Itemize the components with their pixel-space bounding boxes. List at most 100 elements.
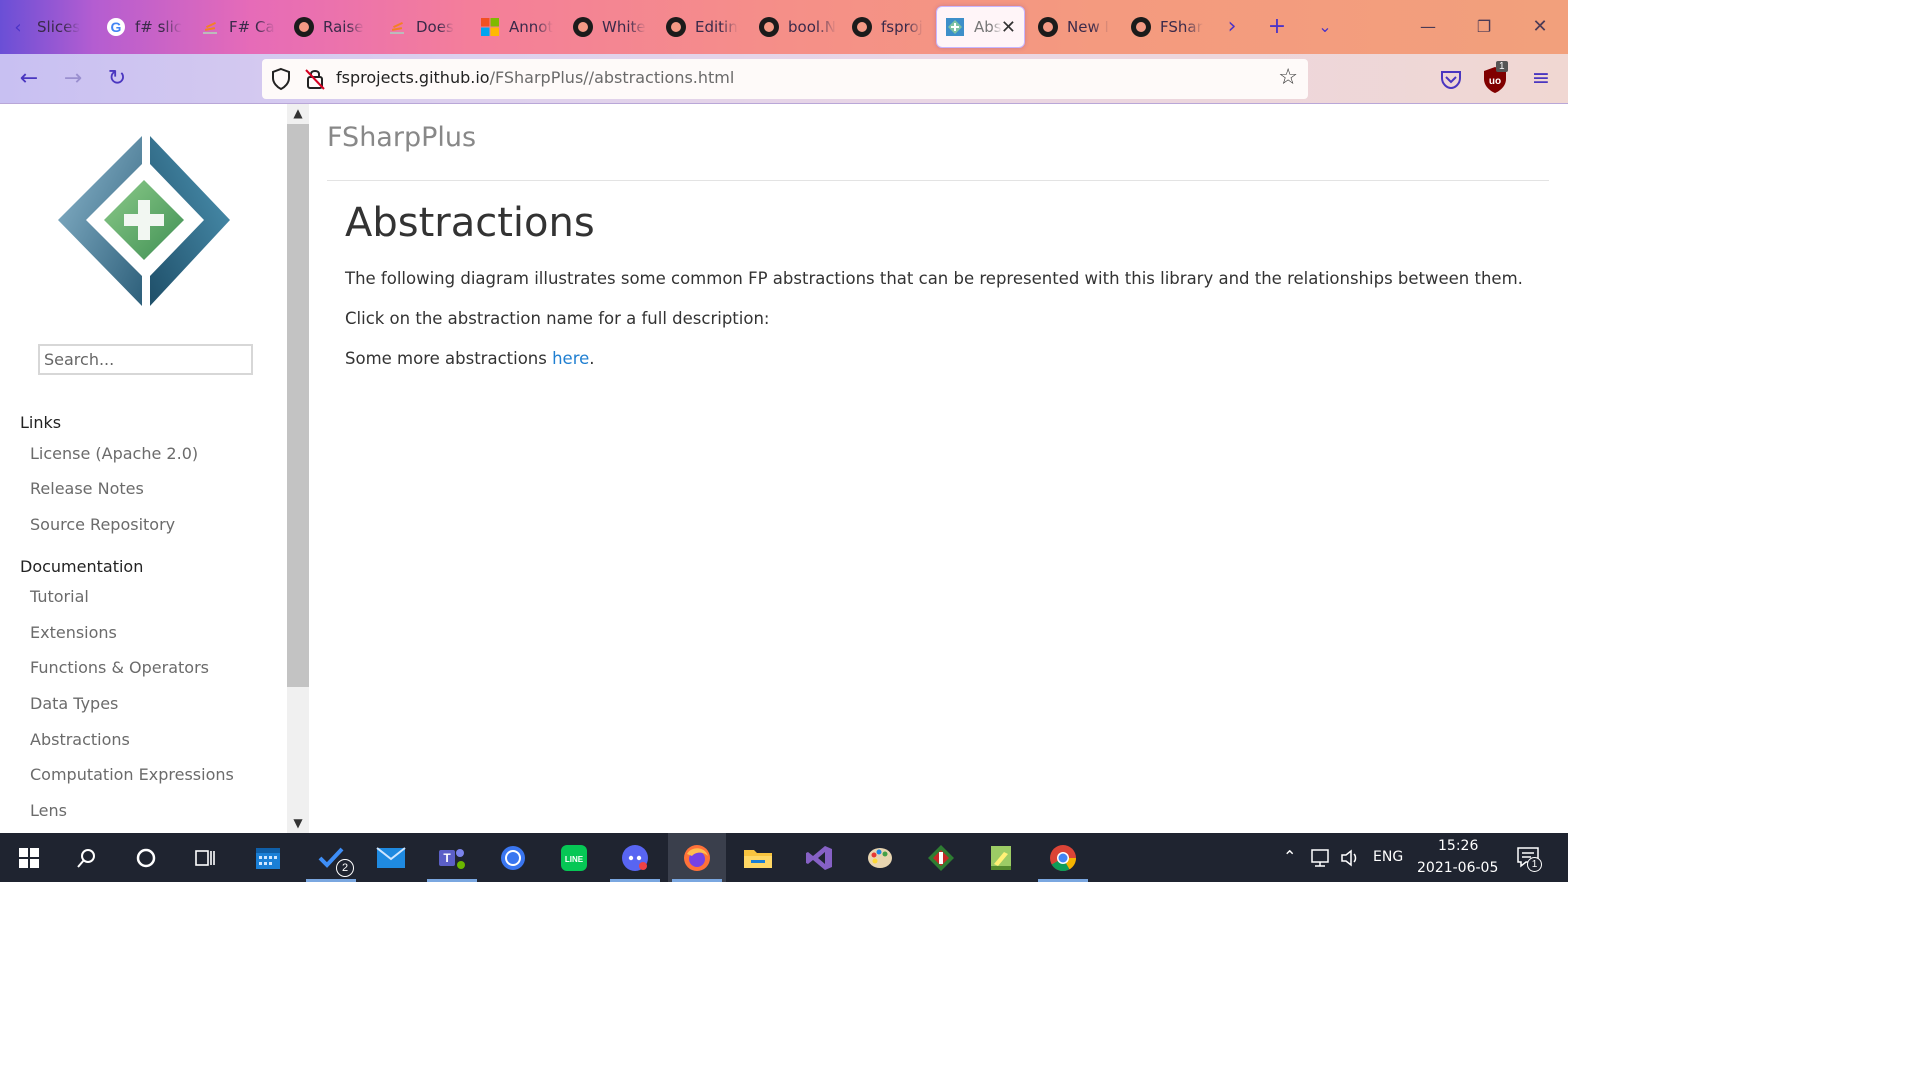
github-icon <box>1038 17 1058 37</box>
tab-github-white[interactable]: White <box>573 6 659 48</box>
documentation-heading: Documentation <box>20 557 144 576</box>
sidebar-link-extensions[interactable]: Extensions <box>30 623 117 642</box>
visual-studio-icon[interactable] <box>790 833 848 882</box>
scrollbar-thumb[interactable] <box>287 124 309 687</box>
svg-text:G: G <box>111 19 122 35</box>
sidebar-link-source-repository[interactable]: Source Repository <box>30 515 175 534</box>
tab-github-fsharp[interactable]: FSharp <box>1131 6 1203 48</box>
tab-label: Abs <box>974 18 1002 36</box>
tab-github-fsproj[interactable]: fsproj <box>852 6 932 48</box>
tab-label: f# slic <box>135 18 183 36</box>
tab-label: New I <box>1067 18 1109 36</box>
tab-strip: ‹ Slices G f# slic F# Ca Raise Does Anno… <box>0 0 1568 54</box>
cortana-icon[interactable] <box>117 833 175 882</box>
close-window-icon[interactable]: ✕ <box>1525 12 1555 42</box>
site-brand-link[interactable]: FSharpPlus <box>327 122 476 153</box>
svg-text:T: T <box>443 851 451 865</box>
github-icon <box>852 17 872 37</box>
reload-icon[interactable]: ↻ <box>102 64 132 94</box>
gitkraken-app-icon[interactable] <box>912 833 970 882</box>
sidebar-link-computation-expressions[interactable]: Computation Expressions <box>30 765 234 784</box>
tab-label: Raise <box>323 18 364 36</box>
address-bar[interactable]: fsprojects.github.io/FSharpPlus//abstrac… <box>262 59 1308 99</box>
line-app-icon[interactable]: LINE <box>545 833 603 882</box>
tab-label: Does <box>416 18 454 36</box>
url-text[interactable]: fsprojects.github.io/FSharpPlus//abstrac… <box>336 68 734 87</box>
notepad-app-icon[interactable] <box>973 833 1031 882</box>
network-icon[interactable] <box>1310 848 1332 868</box>
tab-google-search[interactable]: G f# slic <box>106 6 192 48</box>
scroll-up-icon[interactable]: ▲ <box>287 104 309 122</box>
teams-app-icon[interactable]: T <box>423 833 481 882</box>
tab-stackoverflow-1[interactable]: F# Ca <box>200 6 286 48</box>
tab-slices[interactable]: ‹ Slices <box>8 6 94 48</box>
sidebar-link-abstractions[interactable]: Abstractions <box>30 730 130 749</box>
main-content: FSharpPlus Abstractions The following di… <box>309 104 1568 833</box>
tab-abstractions-active[interactable]: Abs ✕ <box>936 6 1025 48</box>
restore-window-icon[interactable]: ❐ <box>1469 12 1499 42</box>
clock-time[interactable]: 15:26 <box>1438 838 1478 854</box>
scroll-down-icon[interactable]: ▼ <box>287 814 309 832</box>
ublock-origin-icon[interactable]: uo 1 <box>1482 61 1512 94</box>
todo-app-icon[interactable]: 2 <box>302 833 360 882</box>
back-icon[interactable]: ← <box>14 64 44 94</box>
firefox-app-icon[interactable] <box>668 833 726 882</box>
windows-start-icon[interactable] <box>0 833 58 882</box>
insecure-lock-icon[interactable] <box>304 67 326 91</box>
discord-app-icon[interactable] <box>606 833 664 882</box>
chrome-app-icon[interactable] <box>1034 833 1092 882</box>
show-hidden-icons-icon[interactable]: ⌃ <box>1283 847 1296 866</box>
file-explorer-icon[interactable] <box>729 833 787 882</box>
tab-microsoft-annot[interactable]: Annot <box>480 6 566 48</box>
input-language[interactable]: ENG <box>1373 849 1403 865</box>
sidebar-link-data-types[interactable]: Data Types <box>30 694 118 713</box>
ublock-badge: 1 <box>1496 61 1508 72</box>
more-abstractions-text: Some more abstractions <box>345 349 553 368</box>
stackoverflow-icon <box>387 17 407 37</box>
close-tab-icon[interactable]: ✕ <box>1001 17 1016 38</box>
sidebar-link-release-notes[interactable]: Release Notes <box>30 479 144 498</box>
clock-date[interactable]: 2021-06-05 <box>1417 860 1498 876</box>
sidebar-link-lens[interactable]: Lens <box>30 801 67 820</box>
scroll-tabs-right-icon[interactable]: › <box>1217 12 1247 42</box>
calendar-app-icon[interactable] <box>239 833 297 882</box>
mail-app-icon[interactable] <box>362 833 420 882</box>
tracking-protection-shield-icon[interactable] <box>270 67 292 91</box>
minimize-window-icon[interactable]: — <box>1413 12 1443 42</box>
tab-github-raise[interactable]: Raise <box>294 6 380 48</box>
sidebar-link-functions-operators[interactable]: Functions & Operators <box>30 658 209 677</box>
menu-hamburger-icon[interactable]: ≡ <box>1526 64 1556 94</box>
sidebar-link-license[interactable]: License (Apache 2.0) <box>30 444 198 463</box>
links-heading: Links <box>20 413 62 432</box>
web-page: Links License (Apache 2.0) Release Notes… <box>0 104 1568 833</box>
navigation-toolbar: ← → ↻ fsprojects.github.io/FSharpPlus//a… <box>0 54 1568 104</box>
tab-label: FSharp <box>1160 18 1203 36</box>
intro-paragraph: The following diagram illustrates some c… <box>345 269 1523 288</box>
google-icon: G <box>106 17 126 37</box>
here-link[interactable]: here <box>552 349 589 368</box>
tab-github-new-issue[interactable]: New I <box>1038 6 1124 48</box>
paint-app-icon[interactable] <box>851 833 909 882</box>
tab-github-editing[interactable]: Editin <box>666 6 752 48</box>
search-input[interactable] <box>38 344 253 375</box>
volume-icon[interactable] <box>1340 848 1362 868</box>
tab-stackoverflow-2[interactable]: Does <box>387 6 473 48</box>
sidebar-link-tutorial[interactable]: Tutorial <box>30 587 89 606</box>
action-center-icon[interactable]: 1 <box>1516 846 1542 872</box>
search-icon[interactable] <box>58 833 116 882</box>
task-view-icon[interactable] <box>176 833 234 882</box>
url-host: fsprojects.github.io <box>336 68 490 87</box>
svg-text:uo: uo <box>1489 76 1501 87</box>
signal-app-icon[interactable] <box>484 833 542 882</box>
pocket-icon[interactable] <box>1436 64 1466 94</box>
instruction-paragraph: Click on the abstraction name for a full… <box>345 309 770 328</box>
tab-github-bool[interactable]: bool.N <box>759 6 845 48</box>
new-tab-icon[interactable]: + <box>1262 12 1292 42</box>
list-all-tabs-icon[interactable]: ⌄ <box>1310 12 1340 42</box>
fsharpplus-logo[interactable] <box>56 134 232 310</box>
page-title: Abstractions <box>345 200 595 246</box>
tab-label: F# Ca <box>229 18 275 36</box>
forward-icon[interactable]: → <box>58 64 88 94</box>
sidebar-scrollbar[interactable]: ▲ ▼ <box>287 104 309 833</box>
bookmark-star-icon[interactable]: ☆ <box>1278 65 1298 90</box>
